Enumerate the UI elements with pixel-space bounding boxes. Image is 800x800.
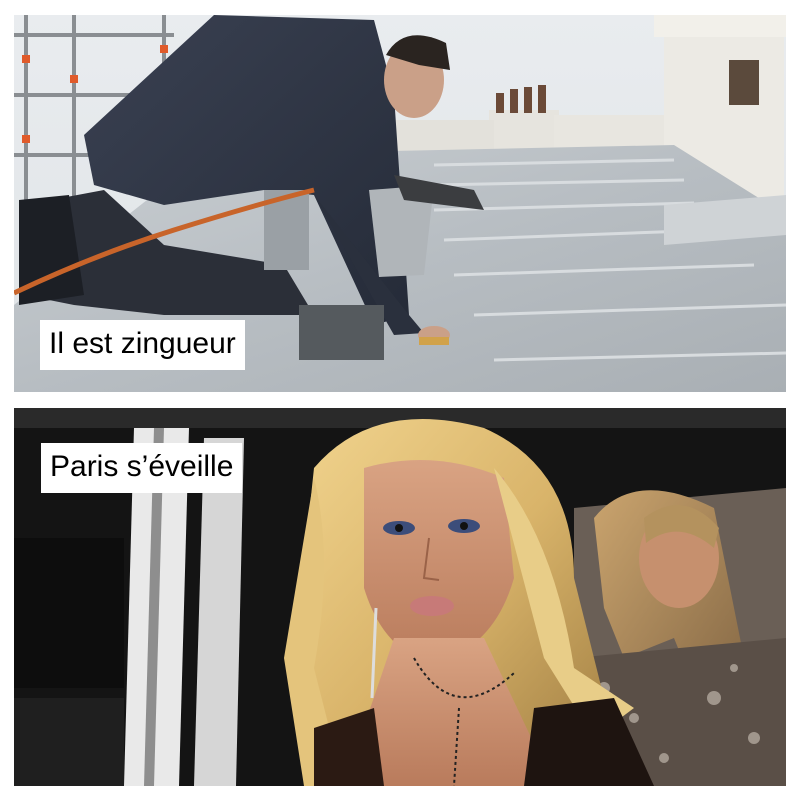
caption-bottom: Paris s’éveille bbox=[41, 443, 243, 493]
caption-top: Il est zingueur bbox=[40, 320, 245, 370]
